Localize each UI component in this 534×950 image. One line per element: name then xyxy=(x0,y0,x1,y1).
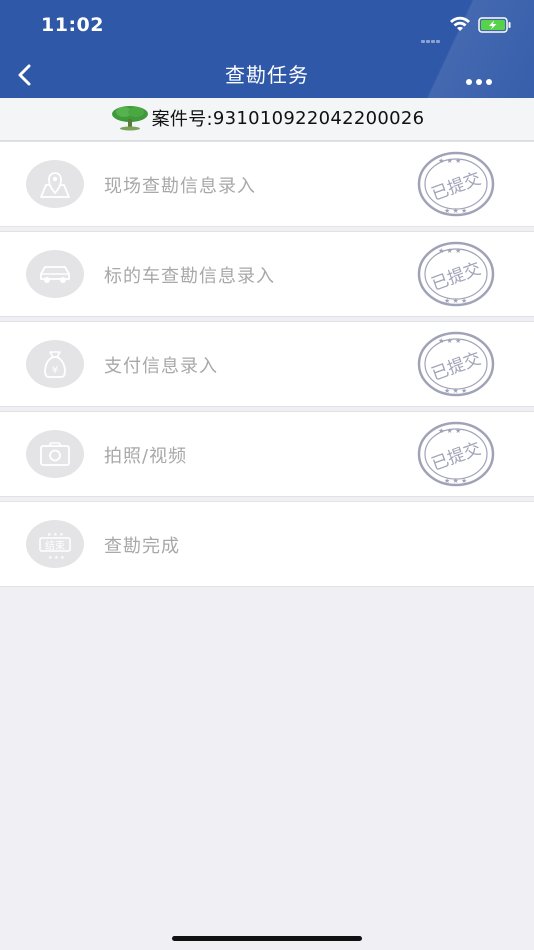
svg-text:结束: 结束 xyxy=(45,539,65,552)
more-options-button[interactable] xyxy=(466,70,500,85)
page-title: 查勘任务 xyxy=(225,63,309,87)
task-label: 查勘完成 xyxy=(104,536,180,557)
map-pin-icon xyxy=(26,160,84,208)
submitted-stamp-icon: ★ ★ ★ ★ ★ ★ 已提交 xyxy=(417,241,495,307)
task-item-survey-complete[interactable]: ★ ★ ★ 结束 ★ ★ ★ 查勘完成 xyxy=(0,501,534,587)
submitted-stamp-icon: ★ ★ ★ ★ ★ ★ 已提交 xyxy=(417,331,495,397)
task-label: 标的车查勘信息录入 xyxy=(104,266,275,287)
task-item-scene-survey[interactable]: 现场查勘信息录入 ★ ★ ★ ★ ★ ★ 已提交 xyxy=(0,141,534,227)
svg-text:★ ★ ★: ★ ★ ★ xyxy=(438,337,461,345)
status-time: 11:02 xyxy=(41,14,104,36)
submitted-stamp-icon: ★ ★ ★ ★ ★ ★ 已提交 xyxy=(417,151,495,217)
home-indicator[interactable] xyxy=(172,936,362,941)
case-number-value: 931010922042200026 xyxy=(212,107,425,129)
svg-text:¥: ¥ xyxy=(52,365,58,376)
car-icon xyxy=(26,250,84,298)
case-number-bar: 案件号: 931010922042200026 xyxy=(0,98,534,141)
money-bag-icon: ¥ xyxy=(26,340,84,388)
task-item-vehicle-survey[interactable]: 标的车查勘信息录入 ★ ★ ★ ★ ★ ★ 已提交 xyxy=(0,231,534,317)
submitted-stamp-icon: ★ ★ ★ ★ ★ ★ 已提交 xyxy=(417,421,495,487)
svg-text:已提交: 已提交 xyxy=(429,439,484,475)
svg-text:★ ★ ★: ★ ★ ★ xyxy=(438,247,461,255)
tree-logo-icon xyxy=(111,106,148,131)
nav-header: 11:02 查勘任务 xyxy=(0,0,534,98)
svg-text:已提交: 已提交 xyxy=(429,169,484,205)
task-label: 支付信息录入 xyxy=(104,356,218,377)
svg-text:★ ★ ★: ★ ★ ★ xyxy=(47,532,64,538)
svg-text:★ ★ ★: ★ ★ ★ xyxy=(444,477,467,485)
svg-text:★ ★ ★: ★ ★ ★ xyxy=(438,427,461,435)
battery-icon xyxy=(478,17,511,33)
svg-text:已提交: 已提交 xyxy=(429,259,484,295)
camera-icon xyxy=(26,430,84,478)
svg-text:★ ★ ★: ★ ★ ★ xyxy=(444,387,467,395)
svg-text:★ ★ ★: ★ ★ ★ xyxy=(48,555,65,561)
signal-icon xyxy=(421,28,441,47)
svg-text:★ ★ ★: ★ ★ ★ xyxy=(438,157,461,165)
task-label: 拍照/视频 xyxy=(104,446,188,467)
svg-text:★ ★ ★: ★ ★ ★ xyxy=(444,207,467,215)
end-badge-icon: ★ ★ ★ 结束 ★ ★ ★ xyxy=(26,520,84,568)
svg-text:★ ★ ★: ★ ★ ★ xyxy=(444,297,467,305)
wifi-icon xyxy=(450,16,470,31)
task-label: 现场查勘信息录入 xyxy=(104,176,256,197)
svg-text:已提交: 已提交 xyxy=(429,349,484,385)
case-number-label: 案件号: xyxy=(151,109,213,130)
task-item-photo-video[interactable]: 拍照/视频 ★ ★ ★ ★ ★ ★ 已提交 xyxy=(0,411,534,497)
task-item-payment[interactable]: ¥ 支付信息录入 ★ ★ ★ ★ ★ ★ 已提交 xyxy=(0,321,534,407)
